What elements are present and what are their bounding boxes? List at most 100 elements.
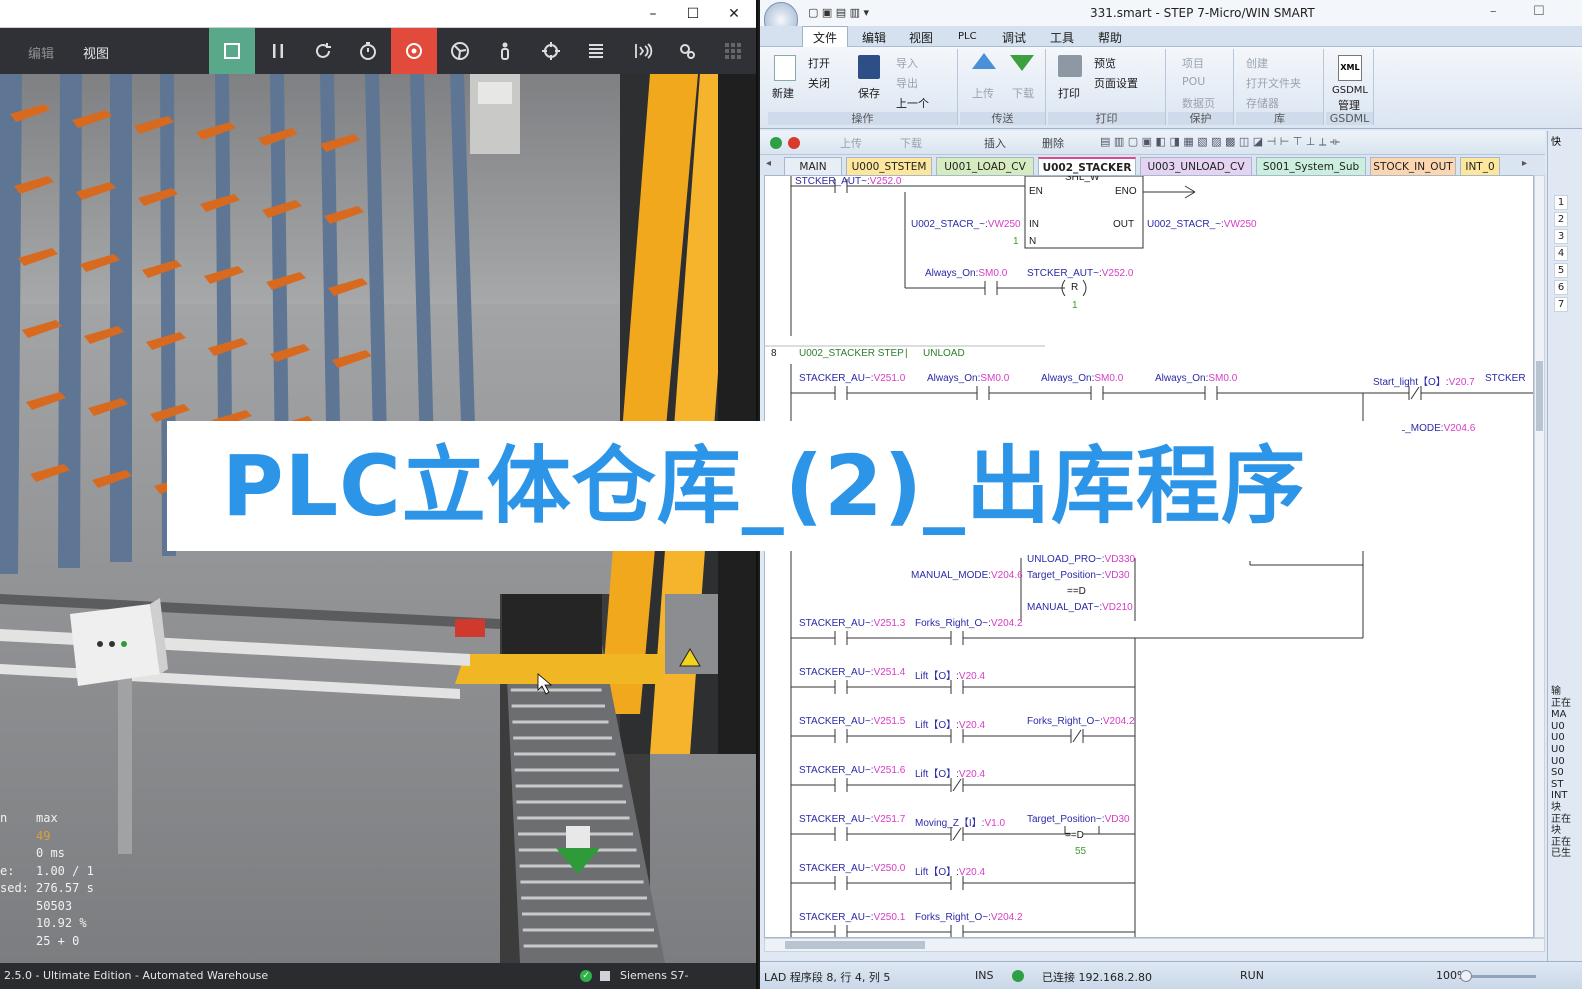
tab-u003_unload_cv[interactable]: U003_UNLOAD_CV [1140,157,1252,175]
first-person-button[interactable] [482,28,528,74]
side-panel-row[interactable]: 3 [1554,229,1568,244]
no-contact[interactable] [976,386,990,400]
no-contact[interactable] [834,386,848,400]
hscroll-thumb[interactable] [785,941,925,949]
menu-help[interactable]: 帮助 [1098,29,1122,46]
no-contact[interactable] [1090,386,1104,400]
import-button[interactable]: 导入 [896,55,918,71]
open-button[interactable]: 打开 [808,55,830,71]
no-contact[interactable] [1204,386,1218,400]
preview-button[interactable]: 预览 [1094,55,1116,71]
previous-button[interactable]: 上一个 [896,95,929,111]
side-panel-row[interactable]: 6 [1554,280,1568,295]
pou-button[interactable]: POU [1182,75,1205,88]
no-contact[interactable] [950,925,964,938]
no-contact[interactable] [834,680,848,694]
no-contact[interactable] [950,876,964,890]
create-button[interactable]: 创建 [1246,55,1268,71]
target-button[interactable] [528,28,574,74]
nc-contact[interactable] [950,778,964,792]
settings-button[interactable] [664,28,710,74]
sensors-button[interactable] [619,28,665,74]
no-contact[interactable] [950,631,964,645]
list-button[interactable] [573,28,619,74]
tab-s001_system_sub[interactable]: S001_System_Sub [1256,157,1366,175]
zoom-out-icon[interactable] [1460,970,1472,982]
tab-u001_load_cv[interactable]: U001_LOAD_CV [936,157,1034,175]
no-contact[interactable] [950,680,964,694]
reset-button[interactable] [300,28,346,74]
orbit-camera-button[interactable] [391,28,437,74]
pause-button[interactable] [255,28,301,74]
export-button[interactable]: 导出 [896,75,918,91]
no-contact[interactable] [834,827,848,841]
toolbar-upload[interactable]: 上传 [840,135,862,151]
timer-button[interactable] [345,28,391,74]
tab-int_0[interactable]: INT_0 [1460,157,1500,175]
tab-main[interactable]: MAIN [784,157,842,175]
step7-maximize-button[interactable]: ☐ [1533,4,1545,19]
grid-button[interactable] [710,28,756,74]
run-icon[interactable] [770,137,782,149]
step7-minimize-button[interactable]: – [1490,4,1497,19]
zoom-slider[interactable] [1466,975,1536,978]
toolbar-icon-strip[interactable]: ▤ ▥ ▢ ▣ ◧ ◨ ▦ ▧ ▨ ▩ ◫ ◪ ⊣ ⊢ ⊤ ⊥ ⟂ ⟛ [1100,135,1340,149]
no-contact[interactable] [984,281,998,295]
menu-view[interactable]: 视图 [83,43,109,62]
menu-edit[interactable]: 编辑 [862,29,886,46]
stop-icon[interactable] [788,137,800,149]
quick-access-icons[interactable]: ▢ ▣ ▤ ▥ ▾ [808,6,869,19]
side-panel-row[interactable]: 1 [1554,195,1568,210]
close-button-ribbon[interactable]: 关闭 [808,75,830,91]
no-contact[interactable] [834,631,848,645]
menu-debug[interactable]: 调试 [1002,29,1026,46]
save-button[interactable]: 保存 [858,85,880,101]
no-contact[interactable] [950,729,964,743]
tab-stock_in_out[interactable]: STOCK_IN_OUT [1370,157,1456,175]
scroll-thumb[interactable] [1536,361,1543,431]
side-panel-row[interactable]: 2 [1554,212,1568,227]
toolbar-download[interactable]: 下载 [900,135,922,151]
page-setup-button[interactable]: 页面设置 [1094,75,1138,91]
new-button[interactable]: 新建 [772,85,794,101]
toolbar-insert[interactable]: 插入 [984,135,1006,151]
driver-label[interactable]: Siemens S7-200/300/400 [620,963,756,989]
maximize-button[interactable]: ☐ [678,3,708,25]
side-panel-row[interactable]: 5 [1554,263,1568,278]
stop-button[interactable] [209,28,255,74]
project-button[interactable]: 项目 [1182,55,1204,71]
side-panel-row[interactable]: 4 [1554,246,1568,261]
side-panel-row[interactable]: 7 [1554,297,1568,312]
memory-button[interactable]: 存储器 [1246,95,1279,111]
gsdml-manage-button[interactable]: 管理 [1338,97,1360,113]
tab-scroll-right-icon[interactable]: ▸ [1522,158,1527,169]
tab-u002_stacker[interactable]: U002_STACKER [1038,157,1136,175]
print-button[interactable]: 打印 [1058,85,1080,101]
menu-view[interactable]: 视图 [909,29,933,46]
tab-scroll-left-icon[interactable]: ◂ [766,158,771,169]
minimize-button[interactable]: – [638,3,668,25]
nc-contact[interactable] [1070,729,1084,743]
menu-file[interactable]: 文件 [802,26,849,48]
open-folder-button[interactable]: 打开文件夹 [1246,75,1301,91]
ladder-editor[interactable]: STCKER_AUT~:V252.0 SHL_W EN ENO IN OUT N 1 U002_… [764,175,1534,938]
upload-button[interactable]: 上传 [972,85,994,101]
menu-tools[interactable]: 工具 [1050,29,1074,46]
connection-label[interactable]: 已连接 192.168.2.80 [1042,969,1152,985]
nc-contact[interactable] [950,827,964,841]
data-page-button[interactable]: 数据页 [1182,95,1215,111]
no-contact[interactable] [834,876,848,890]
no-contact[interactable] [834,778,848,792]
toolbar-delete[interactable]: 删除 [1042,135,1064,151]
fly-camera-button[interactable] [437,28,483,74]
tab-u000_ststem[interactable]: U000_STSTEM [846,157,932,175]
close-button[interactable]: ✕ [719,3,749,25]
gsdml-label[interactable]: GSDML [1332,85,1368,96]
menu-edit[interactable]: 编辑 [28,43,54,62]
no-contact[interactable] [834,729,848,743]
nc-contact[interactable] [1408,386,1422,400]
menu-plc[interactable]: PLC [958,31,977,42]
no-contact[interactable] [834,925,848,938]
download-button[interactable]: 下载 [1012,85,1034,101]
horizontal-scrollbar[interactable] [764,938,1545,952]
